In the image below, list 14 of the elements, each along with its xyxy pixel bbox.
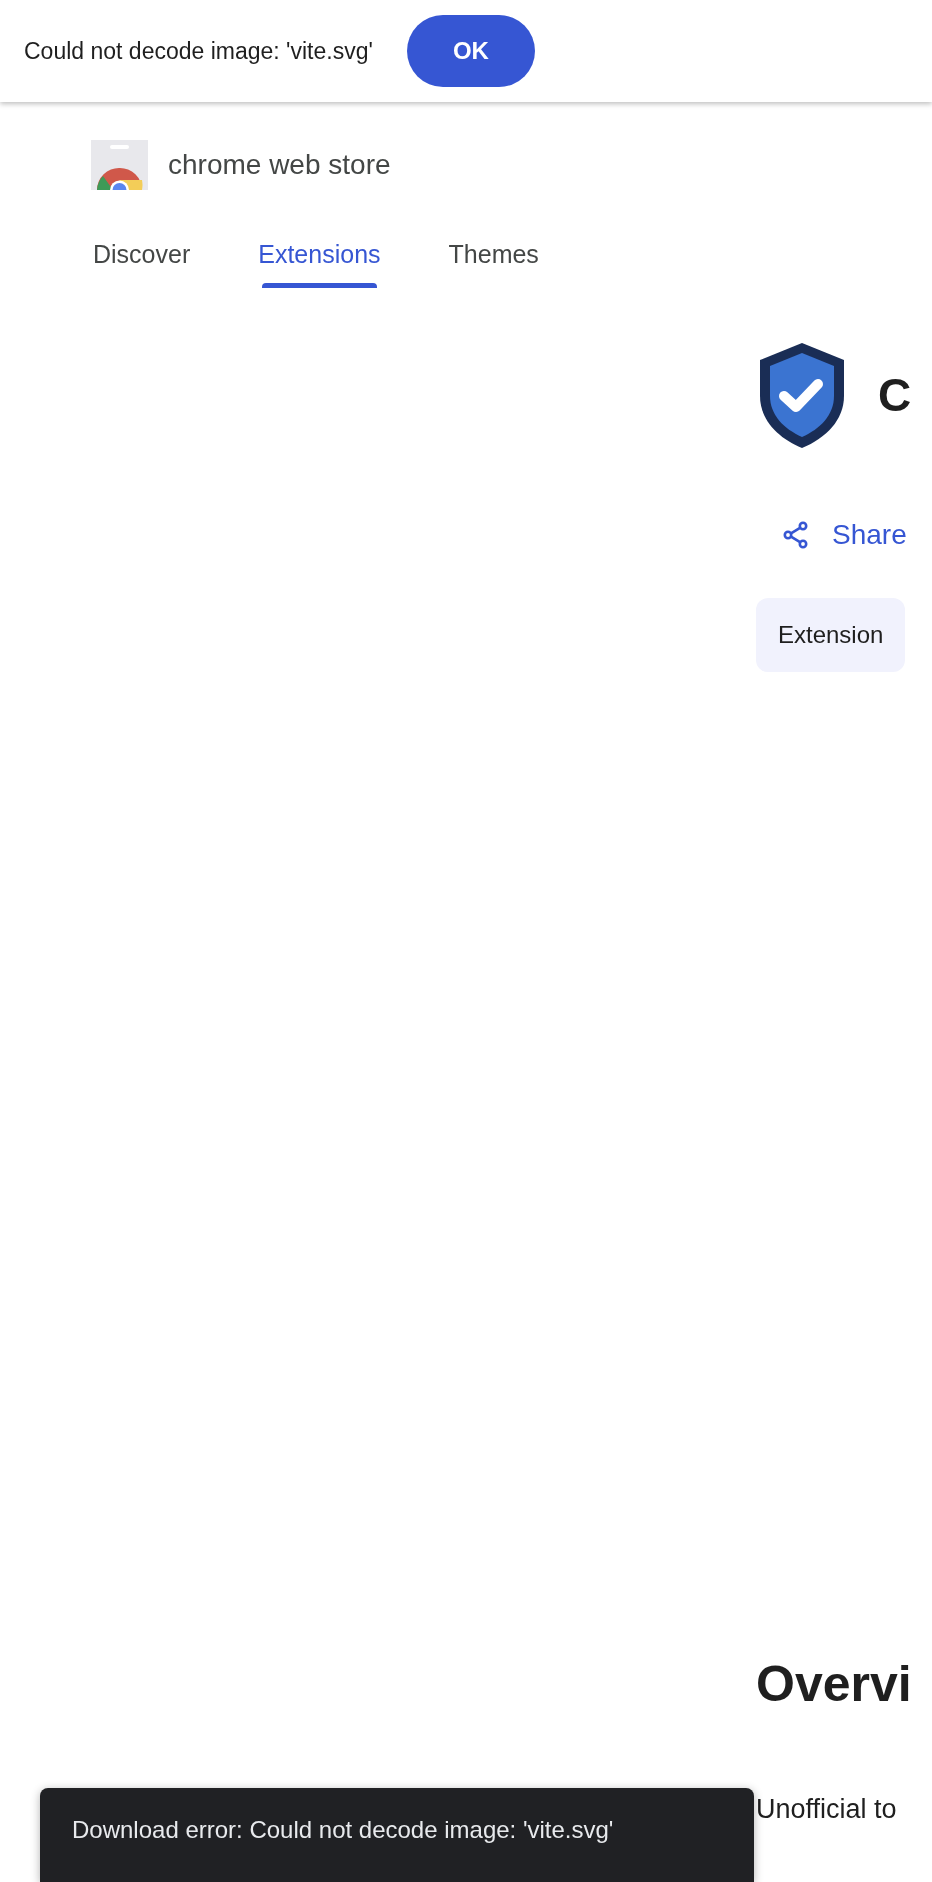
store-name: chrome web store <box>168 148 391 182</box>
nav-tab[interactable]: Discover <box>77 236 207 288</box>
overview-heading: Overvi <box>756 1658 913 1709</box>
nav-tab[interactable]: Extensions <box>242 236 397 288</box>
share-link[interactable]: Share <box>782 513 907 556</box>
share-icon <box>782 520 810 549</box>
category-tag: Extension <box>756 597 906 672</box>
extension-title: C <box>878 371 912 418</box>
error-snackbar: Download error: Could not decode image: 'vite.svg' <box>40 1788 754 1882</box>
alert-message: Could not decode image: 'vite.svg' <box>24 36 373 66</box>
nav-tab[interactable]: Themes <box>432 236 555 288</box>
store-logo-icon <box>91 140 148 190</box>
ok-button[interactable]: OK <box>406 15 535 87</box>
overview-text: Unofficial to <box>756 1792 898 1826</box>
